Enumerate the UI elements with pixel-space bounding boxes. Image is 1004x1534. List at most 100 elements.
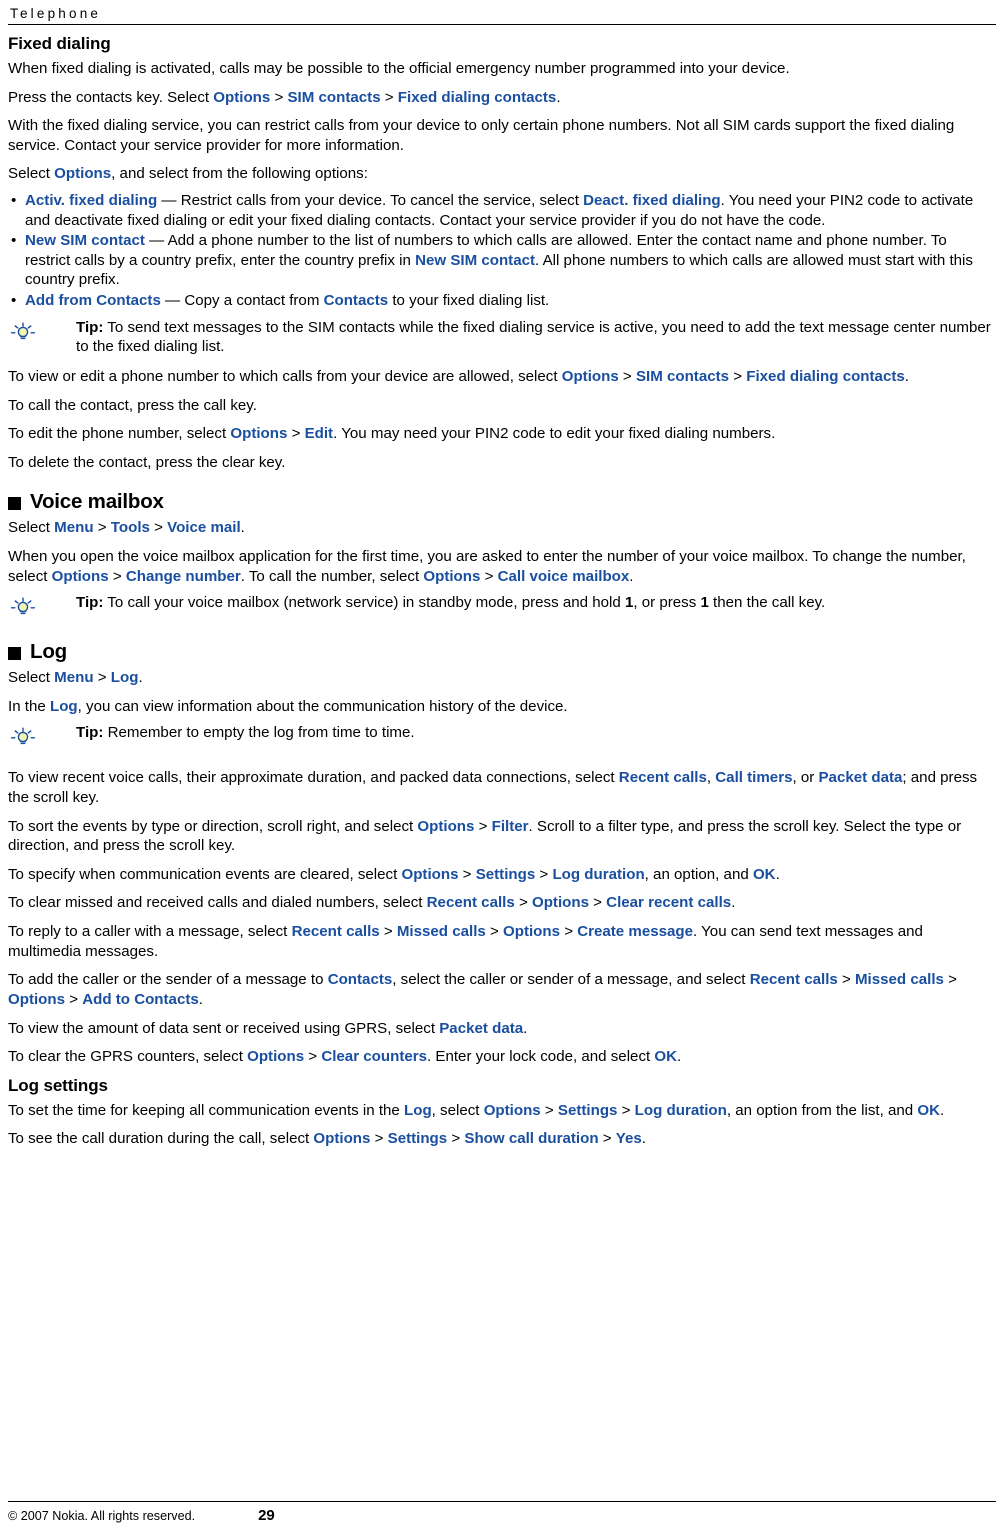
ui-path-packet-data: Packet data: [818, 769, 903, 787]
option-term: Activ. fixed dialing: [25, 192, 158, 210]
text: — Copy a contact from: [160, 292, 324, 310]
ui-path-packet-data: Packet data: [439, 1019, 524, 1037]
tip-callout: Tip: Remember to empty the log from time…: [8, 723, 996, 752]
paragraph-fixed-dialing-1: When fixed dialing is activated, calls m…: [8, 59, 996, 79]
ui-path-deact-fixed-dialing: Deact. fixed dialing: [583, 192, 721, 210]
ui-path-options: Options: [417, 817, 475, 835]
ui-path-fixed-dialing-contacts: Fixed dialing contacts: [397, 88, 557, 106]
text: .: [677, 1048, 682, 1066]
tip-text: Tip: To call your voice mailbox (network…: [76, 593, 825, 613]
separator: >: [480, 567, 498, 585]
text: , an option from the list, and: [726, 1101, 918, 1119]
ui-path-clear-counters: Clear counters: [321, 1048, 428, 1066]
separator: >: [540, 1101, 558, 1119]
ui-path-call-voice-mailbox: Call voice mailbox: [497, 567, 630, 585]
separator: >: [588, 894, 607, 912]
separator: >: [485, 923, 503, 941]
tip-text: Tip: To send text messages to the SIM co…: [76, 318, 996, 357]
ui-path-recent-calls: Recent calls: [749, 971, 838, 989]
ui-path-options: Options: [8, 990, 66, 1008]
text: .: [775, 865, 780, 883]
list-item: Activ. fixed dialing — Restrict calls fr…: [8, 191, 996, 230]
paragraph-log-10: To clear the GPRS counters, select Optio…: [8, 1047, 996, 1067]
ui-path-options: Options: [531, 894, 589, 912]
text: to your fixed dialing list.: [388, 292, 550, 310]
text: . Enter your lock code, and select: [427, 1048, 655, 1066]
tip-lightbulb-icon: [8, 593, 76, 622]
footer-row: © 2007 Nokia. All rights reserved. 29: [8, 1507, 996, 1524]
separator: >: [380, 88, 398, 106]
ui-path-recent-calls: Recent calls: [618, 769, 707, 787]
ui-path-recent-calls: Recent calls: [426, 894, 515, 912]
paragraph-fixed-dialing-4: Select Options, and select from the foll…: [8, 164, 996, 184]
text: To set the time for keeping all communic…: [8, 1101, 404, 1119]
heading-text: Log: [30, 640, 67, 664]
ui-path-clear-recent-calls: Clear recent calls: [606, 894, 732, 912]
ui-path-voice-mail: Voice mail: [167, 519, 241, 537]
paragraph-voice-mailbox-2: When you open the voice mailbox applicat…: [8, 547, 996, 586]
text: , and select from the following options:: [111, 165, 368, 183]
ui-path-contacts: Contacts: [323, 292, 389, 310]
text: To sort the events by type or direction,…: [8, 817, 418, 835]
text: , select: [431, 1101, 484, 1119]
ui-path-add-to-contacts: Add to Contacts: [82, 990, 199, 1008]
ui-path-edit: Edit: [304, 425, 334, 443]
ui-path-recent-calls: Recent calls: [291, 923, 380, 941]
text: To clear missed and received calls and d…: [8, 894, 427, 912]
ui-path-new-sim-contact: New SIM contact: [415, 251, 536, 269]
text: — Restrict calls from your device. To ca…: [157, 192, 584, 210]
text: Select: [8, 165, 55, 183]
page-footer: © 2007 Nokia. All rights reserved. 29: [8, 1501, 996, 1524]
separator: >: [93, 669, 111, 687]
ui-path-sim-contacts: SIM contacts: [635, 367, 730, 385]
square-bullet-icon: [8, 496, 21, 510]
separator: >: [149, 519, 168, 537]
separator: >: [65, 990, 83, 1008]
separator: >: [270, 88, 288, 106]
ui-path-ok: OK: [917, 1101, 940, 1119]
text: To see the call duration during the call…: [8, 1130, 314, 1148]
paragraph-log-8: To add the caller or the sender of a mes…: [8, 970, 996, 1009]
ui-path-log: Log: [110, 669, 139, 687]
paragraph-fixed-dialing-5: To view or edit a phone number to which …: [8, 367, 996, 387]
text: To clear the GPRS counters, select: [8, 1048, 248, 1066]
text: To view or edit a phone number to which …: [8, 367, 562, 385]
text: .: [629, 567, 634, 585]
heading-text: Voice mailbox: [30, 490, 164, 514]
text: , select the caller or sender of a messa…: [392, 971, 750, 989]
text: To reply to a caller with a message, sel…: [8, 923, 292, 941]
tip-label: Tip:: [76, 318, 104, 336]
text: Remember to empty the log from time to t…: [103, 724, 415, 742]
text: .: [904, 367, 909, 385]
paragraph-log-5: To specify when communication events are…: [8, 865, 996, 885]
text: With the fixed dialing service, you can …: [8, 117, 955, 154]
text: . To call the number, select: [240, 567, 424, 585]
paragraph-log-3: To view recent voice calls, their approx…: [8, 768, 996, 807]
ui-path-options: Options: [230, 425, 288, 443]
text: . You may need your PIN2 code to edit yo…: [333, 425, 776, 443]
ui-path-missed-calls: Missed calls: [854, 971, 944, 989]
ui-path-settings: Settings: [387, 1130, 448, 1148]
text: To call the contact, press the call key.: [8, 396, 257, 414]
running-header: Telephone: [10, 6, 102, 21]
paragraph-fixed-dialing-6: To call the contact, press the call key.: [8, 396, 996, 416]
text: When fixed dialing is activated, calls m…: [8, 60, 790, 77]
square-bullet-icon: [8, 646, 21, 660]
separator: >: [458, 865, 476, 883]
tip-callout: Tip: To call your voice mailbox (network…: [8, 593, 996, 622]
text: To view the amount of data sent or recei…: [8, 1019, 440, 1037]
text: , you can view information about the com…: [77, 697, 568, 715]
section-heading-fixed-dialing: Fixed dialing: [8, 34, 111, 53]
ui-path-create-message: Create message: [577, 923, 694, 941]
ui-path-call-timers: Call timers: [715, 769, 793, 787]
tip-callout: Tip: To send text messages to the SIM co…: [8, 318, 996, 357]
list-item: New SIM contact — Add a phone number to …: [8, 231, 996, 290]
ui-path-ok: OK: [654, 1048, 678, 1066]
ui-path-options: Options: [483, 1101, 541, 1119]
separator: >: [729, 367, 747, 385]
text: , an option, and: [644, 865, 753, 883]
paragraph-log-9: To view the amount of data sent or recei…: [8, 1019, 996, 1039]
paragraph-log-1: Select Menu > Log.: [8, 668, 996, 688]
section-heading-log-settings: Log settings: [8, 1075, 108, 1095]
ui-path-settings: Settings: [475, 865, 536, 883]
